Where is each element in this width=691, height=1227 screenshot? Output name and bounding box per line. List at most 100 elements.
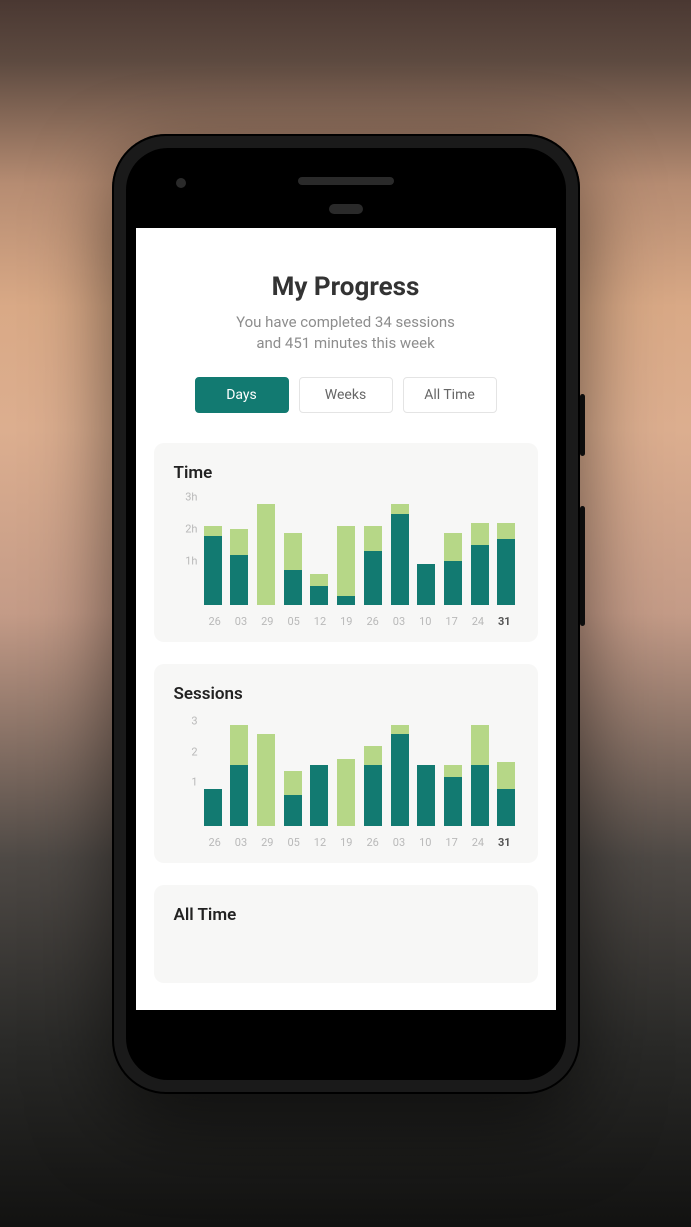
bar — [444, 722, 462, 826]
bar — [310, 722, 328, 826]
bar-segment-dark — [230, 555, 248, 605]
bar — [284, 722, 302, 826]
ytick: 3 — [191, 715, 197, 728]
sessions-xaxis: 260329051219260310172431 — [174, 836, 518, 849]
bar-segment-dark — [391, 734, 409, 826]
bar — [284, 501, 302, 605]
bar — [364, 501, 382, 605]
time-xaxis: 260329051219260310172431 — [174, 615, 518, 628]
xtick: 03 — [228, 615, 254, 628]
bar-segment-light — [230, 725, 248, 765]
bar-segment-light — [497, 523, 515, 539]
time-card-title: Time — [174, 463, 518, 483]
xtick: 05 — [280, 836, 306, 849]
bar — [257, 722, 275, 826]
bar — [257, 501, 275, 605]
bar — [364, 722, 382, 826]
bar — [444, 501, 462, 605]
alltime-card-title: All Time — [174, 905, 518, 925]
bar-segment-light — [284, 533, 302, 571]
bar-segment-light — [391, 725, 409, 734]
bar-segment-light — [284, 771, 302, 795]
bar-segment-dark — [204, 536, 222, 605]
alltime-card: All Time — [154, 885, 538, 983]
xtick: 19 — [333, 836, 359, 849]
bar-segment-dark — [471, 765, 489, 826]
tab-weeks[interactable]: Weeks — [299, 377, 393, 413]
page-title: My Progress — [154, 272, 538, 302]
phone-frame: My Progress You have completed 34 sessio… — [112, 134, 580, 1094]
page-subtitle: You have completed 34 sessions and 451 m… — [154, 312, 538, 356]
bar-segment-light — [337, 759, 355, 826]
bar-segment-light — [391, 504, 409, 513]
subtitle-line-2: and 451 minutes this week — [256, 334, 434, 352]
bar-segment-light — [257, 504, 275, 605]
xtick: 31 — [491, 836, 517, 849]
bar-segment-light — [444, 765, 462, 777]
bar-segment-dark — [497, 789, 515, 826]
bar — [337, 722, 355, 826]
bar-segment-light — [364, 746, 382, 764]
screen: My Progress You have completed 34 sessio… — [136, 228, 556, 1010]
tab-days[interactable]: Days — [195, 377, 289, 413]
bar — [204, 501, 222, 605]
bar-segment-dark — [364, 551, 382, 605]
xtick: 12 — [307, 836, 333, 849]
sessions-card-title: Sessions — [174, 684, 518, 704]
bar-segment-dark — [391, 514, 409, 605]
bar — [417, 501, 435, 605]
speaker-icon — [298, 177, 394, 185]
sessions-yaxis: 123 — [174, 722, 202, 826]
sessions-plot — [202, 722, 518, 826]
bar-segment-dark — [230, 765, 248, 826]
bar-segment-dark — [310, 586, 328, 605]
xtick: 24 — [465, 615, 491, 628]
time-chart: 1h2h3h — [174, 501, 518, 605]
bar — [230, 722, 248, 826]
bar-segment-dark — [497, 539, 515, 605]
xtick: 19 — [333, 615, 359, 628]
time-plot — [202, 501, 518, 605]
bar-segment-light — [444, 533, 462, 561]
xtick: 12 — [307, 615, 333, 628]
xtick: 31 — [491, 615, 517, 628]
sessions-chart: 123 — [174, 722, 518, 826]
sensor-pill-icon — [329, 204, 363, 214]
bar-segment-dark — [444, 561, 462, 605]
bar-segment-light — [337, 526, 355, 595]
bar — [391, 501, 409, 605]
bar-segment-light — [310, 574, 328, 587]
bar — [391, 722, 409, 826]
bar-segment-dark — [364, 765, 382, 826]
xtick: 03 — [386, 836, 412, 849]
bar-segment-light — [471, 725, 489, 765]
bar — [230, 501, 248, 605]
xtick: 03 — [228, 836, 254, 849]
xtick: 17 — [438, 615, 464, 628]
bar-segment-light — [257, 734, 275, 826]
bar-segment-light — [364, 526, 382, 551]
bar-segment-dark — [444, 777, 462, 826]
ytick: 2h — [185, 522, 197, 535]
bar-segment-light — [471, 523, 489, 545]
bar-segment-dark — [417, 564, 435, 605]
xtick: 26 — [359, 836, 385, 849]
progress-page: My Progress You have completed 34 sessio… — [136, 228, 556, 1010]
bar — [204, 722, 222, 826]
bar-segment-light — [497, 762, 515, 790]
time-card: Time 1h2h3h 260329051219260310172431 — [154, 443, 538, 642]
bar-segment-dark — [310, 765, 328, 826]
xtick: 26 — [359, 615, 385, 628]
ytick: 3h — [185, 491, 197, 504]
bar-segment-dark — [471, 545, 489, 605]
bar-segment-light — [230, 529, 248, 554]
bar-segment-light — [204, 526, 222, 535]
ytick: 1h — [185, 554, 197, 567]
xtick: 10 — [412, 615, 438, 628]
xtick: 05 — [280, 615, 306, 628]
bar-segment-dark — [417, 765, 435, 826]
bar — [417, 722, 435, 826]
camera-dot-icon — [176, 178, 186, 188]
tab-alltime[interactable]: All Time — [403, 377, 497, 413]
xtick: 29 — [254, 615, 280, 628]
